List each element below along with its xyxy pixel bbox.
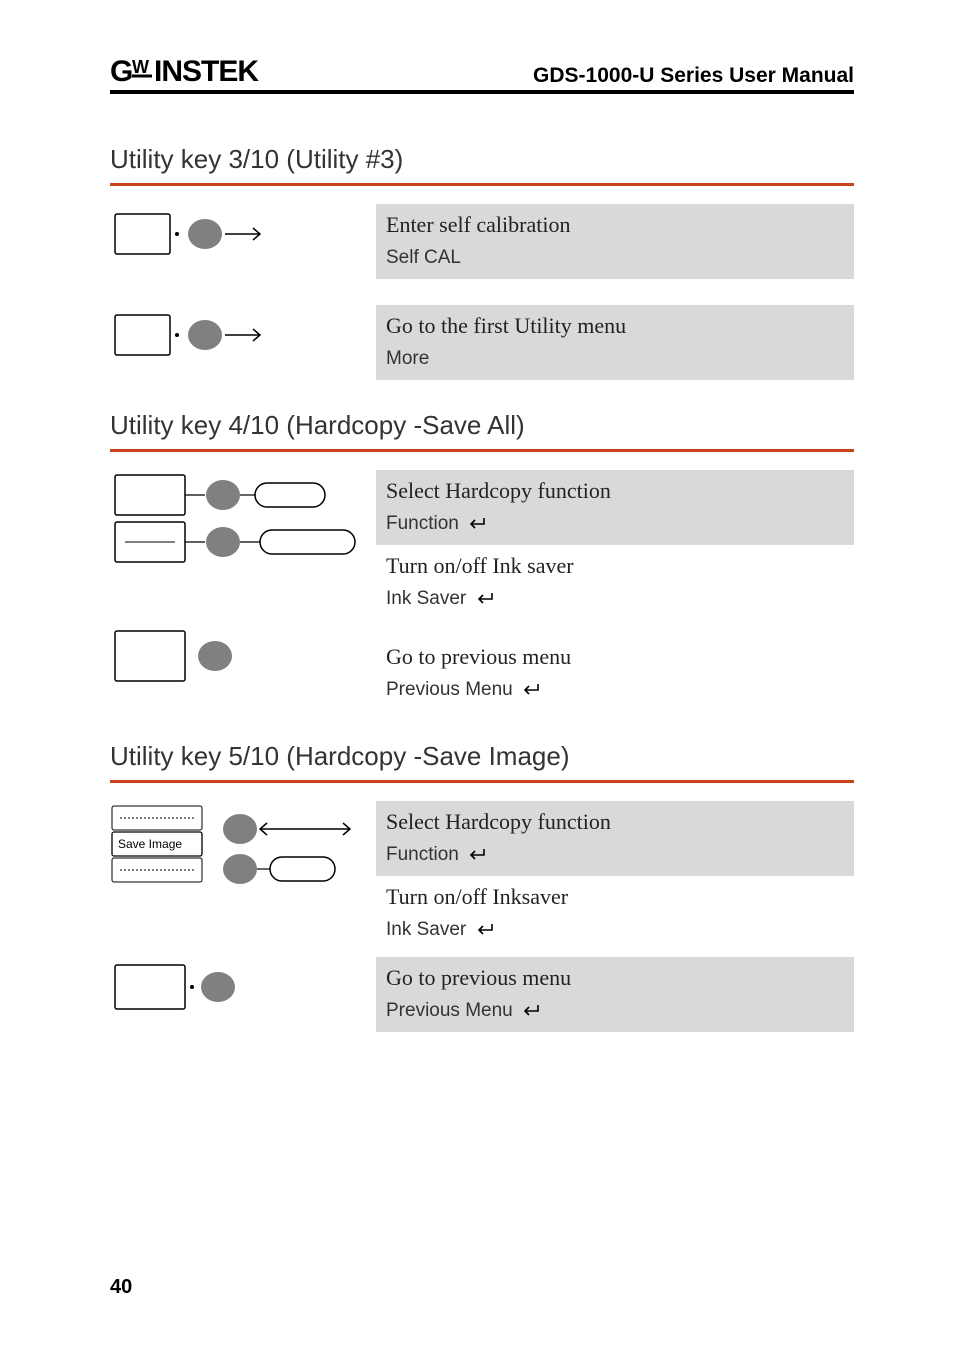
enter-icon — [474, 922, 496, 938]
desc-bottom: More — [376, 343, 854, 380]
desc-bottom: Function — [376, 508, 854, 545]
diagram-two-buttons — [110, 470, 358, 570]
diagram-saveimage: Save Image — [110, 801, 358, 893]
desc-bottom-text: Ink Saver — [386, 588, 466, 609]
row-saveimage: Save Image Select Hardcopy function Func… — [110, 801, 854, 951]
diagram-single-button — [110, 626, 260, 686]
brand-logo: G W INSTEK — [110, 54, 280, 88]
save-image-label: Save Image — [118, 837, 182, 851]
enter-icon — [466, 516, 488, 532]
row-hardcopy-func: Select Hardcopy function Function Turn o… — [110, 470, 854, 620]
desc-bottom: Previous Menu — [376, 995, 854, 1032]
brand-logo-svg: G W INSTEK — [110, 54, 280, 88]
desc-bottom: Self CAL — [376, 242, 854, 279]
page-number: 40 — [110, 1276, 132, 1299]
diagram-button-arrow-1 — [110, 204, 310, 264]
desc-bottom: Ink Saver — [376, 583, 854, 620]
desc-top: Go to previous menu — [376, 626, 854, 674]
manual-title: GDS-1000-U Series User Manual — [533, 64, 854, 88]
row-prev-menu: Go to previous menu Previous Menu — [110, 626, 854, 711]
svg-text:G: G — [110, 55, 132, 88]
svg-text:W: W — [132, 57, 149, 77]
desc-top: Go to previous menu — [376, 957, 854, 995]
row-more: Go to the first Utility menu More — [110, 305, 854, 380]
desc-top: Go to the first Utility menu — [376, 305, 854, 343]
enter-icon — [520, 1003, 542, 1019]
enter-icon — [474, 591, 496, 607]
section-title-3: Utility key 5/10 (Hardcopy -Save Image) — [110, 741, 854, 783]
row-selfcal: Enter self calibration Self CAL — [110, 204, 854, 279]
desc-top: Turn on/off Ink saver — [376, 545, 854, 583]
row-prev-menu-2: Go to previous menu Previous Menu — [110, 957, 854, 1032]
section-title-1: Utility key 3/10 (Utility #3) — [110, 144, 854, 186]
desc-top: Select Hardcopy function — [376, 801, 854, 839]
svg-text:INSTEK: INSTEK — [154, 55, 259, 88]
desc-bottom-text: Previous Menu — [386, 1000, 513, 1021]
section-title-2: Utility key 4/10 (Hardcopy -Save All) — [110, 410, 854, 452]
page-header: G W INSTEK GDS-1000-U Series User Manual — [110, 54, 854, 94]
desc-top: Select Hardcopy function — [376, 470, 854, 508]
diagram-button-arrow-2 — [110, 305, 310, 365]
desc-bottom-text: Function — [386, 844, 459, 865]
desc-bottom: Ink Saver — [376, 914, 854, 951]
desc-bottom: Previous Menu — [376, 674, 854, 711]
desc-bottom: Function — [376, 839, 854, 876]
desc-bottom-text: Ink Saver — [386, 919, 466, 940]
diagram-button-dot — [110, 957, 260, 1017]
desc-top: Turn on/off Inksaver — [376, 876, 854, 914]
desc-top: Enter self calibration — [376, 204, 854, 242]
desc-bottom-text: Previous Menu — [386, 679, 513, 700]
enter-icon — [520, 682, 542, 698]
desc-bottom-text: Function — [386, 513, 459, 534]
enter-icon — [466, 847, 488, 863]
